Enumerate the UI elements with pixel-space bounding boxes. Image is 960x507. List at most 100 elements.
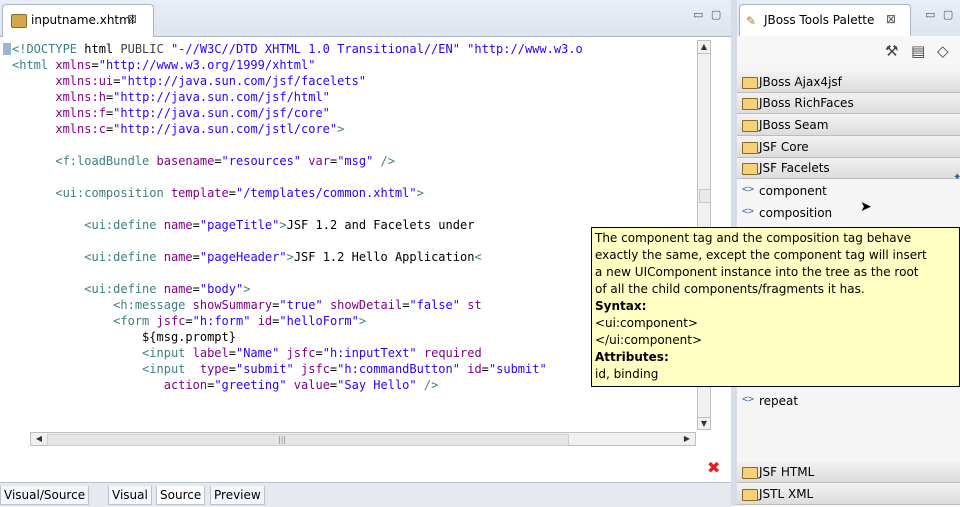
palette-group-label: JBoss Ajax4jsf [759,75,842,89]
tooltip-text: a new UIComponent instance into the tree… [595,265,919,279]
code-line[interactable]: xmlns:f="http://java.sun.com/jsf/core" [12,106,330,121]
palette-group[interactable]: JSTL XML [737,484,960,505]
code-line[interactable]: <input type="submit" jsfc="h:commandButt… [12,362,547,377]
code-line[interactable]: <h:message showSummary="true" showDetail… [12,298,482,313]
scroll-down-icon[interactable]: ▼ [698,417,710,430]
code-token: jsfc [301,362,330,376]
code-token: "submit" [488,362,547,376]
code-line[interactable]: ${msg.prompt} [12,330,236,345]
code-token: "http://java.sun.com/jsf/facelets" [120,74,367,88]
code-token: <html [12,58,56,72]
code-line[interactable]: <f:loadBundle basename="resources" var="… [12,154,395,169]
code-token: JSF 1.2 and Facelets under [286,218,482,232]
code-token: "resources" [221,154,302,168]
code-line[interactable]: <!DOCTYPE html PUBLIC "-//W3C//DTD XHTML… [12,42,583,57]
grip-icon: ||| [278,435,287,444]
line-marker [3,43,11,55]
code-token: = [214,154,222,168]
palette-group[interactable]: JSF Core [737,137,960,158]
code-token: > [337,122,345,136]
horizontal-scrollbar[interactable]: ◀ ||| ▶ [30,432,696,446]
scroll-right-icon[interactable]: ▶ [681,433,693,445]
scroll-thumb[interactable]: ||| [47,434,569,446]
tooltip-heading: Attributes: [595,350,669,364]
tag-icon: <> [742,184,755,195]
code-token: xmlns [55,58,92,72]
palette-group[interactable]: JBoss Seam [737,115,960,136]
code-line[interactable]: action="greeting" value="Say Hello" /> [12,378,439,393]
tag-icon: <> [742,206,755,217]
code-line[interactable]: xmlns:c="http://java.sun.com/jstl/core"> [12,122,344,137]
editor-tab[interactable]: inputname.xhtml ⊠ [2,4,154,37]
tooltip-text: id, binding [595,367,659,381]
code-token: = [185,314,193,328]
palette-item-component[interactable]: <> component [737,181,960,202]
code-token: "h:form" [192,314,251,328]
code-token: "submit" [235,362,294,376]
code-token: <input [142,346,193,360]
code-token: <h:message [113,298,193,312]
close-icon[interactable]: ⊠ [127,12,137,26]
scroll-thumb[interactable] [699,189,711,203]
code-token: template [170,186,229,200]
code-token: = [192,218,200,232]
error-close-icon[interactable]: ✖ [707,458,720,477]
code-token: = [192,282,200,296]
editor-window-controls[interactable]: ▭ ▢ [693,8,723,21]
code-token: label [192,346,229,360]
editor-mode-tabs: Visual/Source Visual Source Preview [0,482,731,507]
code-token: > [286,250,294,264]
code-line[interactable]: xmlns:h="http://java.sun.com/jsf/html" [12,90,330,105]
code-line[interactable]: xmlns:ui="http://java.sun.com/jsf/facele… [12,74,366,89]
tab-visual[interactable]: Visual [108,486,152,505]
scroll-up-icon[interactable]: ▲ [698,41,710,54]
tab-preview[interactable]: Preview [210,486,265,505]
code-token: "Name" [235,346,280,360]
tools-icon[interactable]: ⚒ [885,42,898,60]
palette-item-repeat[interactable]: <> repeat [737,391,960,412]
code-token: <!DOCTYPE [12,42,85,56]
code-line[interactable]: <ui:define name="body"> [12,282,250,297]
code-token: <ui:define [84,282,164,296]
code-line[interactable]: <ui:composition template="/templates/com… [12,186,423,201]
save-icon[interactable]: ▤ [911,42,925,60]
tab-source[interactable]: Source [156,486,206,505]
palette-group[interactable]: JSF HTML [737,462,960,483]
palette-tab[interactable]: ✎ JBoss Tools Palette ⊠ [739,4,911,37]
palette-group-label: JSF Core [759,140,809,154]
palette-group[interactable]: JBoss RichFaces [737,93,960,114]
code-token: <ui:composition [55,186,171,200]
code-line[interactable]: <input label="Name" jsfc="h:inputText" r… [12,346,482,361]
code-token: name [163,282,193,296]
code-token: xmlns:ui [55,74,114,88]
code-line[interactable]: <ui:define name="pageHeader">JSF 1.2 Hel… [12,250,481,265]
code-token: = [315,346,323,360]
palette-window-controls[interactable]: ▭ ▢ [925,8,955,21]
tab-visual-source[interactable]: Visual/Source [0,486,90,505]
code-token: required [423,346,482,360]
code-token: "false" [409,298,461,312]
folder-icon [742,98,758,110]
palette-item-composition[interactable]: <> composition [737,203,960,224]
palette-item-label: component [759,184,827,198]
eraser-icon[interactable]: ◇ [937,42,949,60]
code-line[interactable]: <ui:define name="pageTitle">JSF 1.2 and … [12,218,482,233]
code-line[interactable]: <html xmlns="http://www.w3.org/1999/xhtm… [12,58,315,73]
scroll-left-icon[interactable]: ◀ [33,433,45,445]
palette-group[interactable]: JBoss Ajax4jsf [737,72,960,93]
code-token: "http://java.sun.com/jsf/core" [113,106,330,120]
palette-group[interactable]: JSF Facelets [737,158,960,179]
code-line[interactable]: <form jsfc="h:form" id="helloForm"> [12,314,366,329]
folder-icon [742,489,758,501]
code-token: html [84,42,114,56]
close-icon[interactable]: ⊠ [886,12,896,26]
code-token: <f:loadBundle [55,154,157,168]
